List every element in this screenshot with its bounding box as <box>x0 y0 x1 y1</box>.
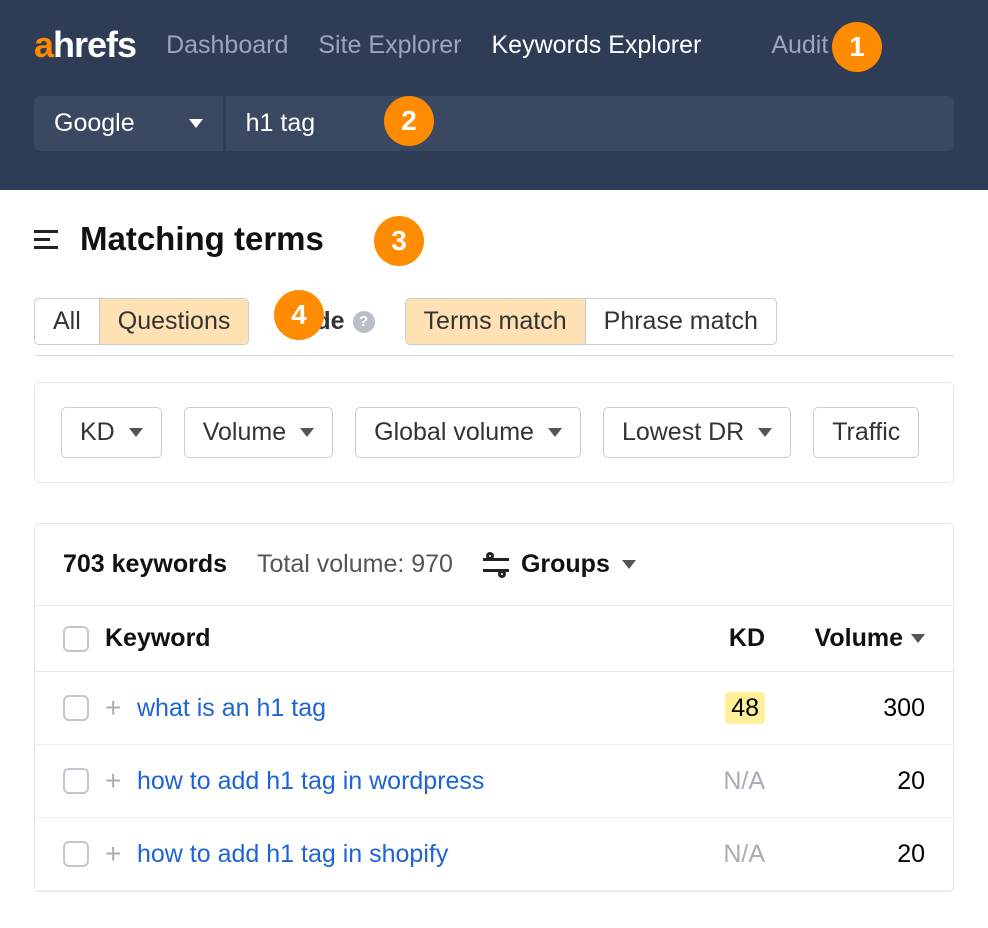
annotation-badge-4: 4 <box>274 290 324 340</box>
tab-terms-match[interactable]: Terms match <box>406 299 586 344</box>
filter-lowest-dr-label: Lowest DR <box>622 418 744 447</box>
chevron-down-icon <box>622 560 636 569</box>
results-count: 703 keywords <box>63 550 227 579</box>
kd-value: N/A <box>723 767 765 795</box>
page-title: Matching terms <box>80 220 324 258</box>
groups-label: Groups <box>521 550 610 579</box>
filter-traffic-label: Traffic <box>832 418 900 447</box>
filters-panel: KD Volume Global volume Lowest DR Traffi… <box>34 382 954 483</box>
sort-desc-icon <box>911 634 925 643</box>
filter-traffic[interactable]: Traffic <box>813 407 919 458</box>
volume-value: 20 <box>765 840 925 869</box>
row-checkbox[interactable] <box>63 695 89 721</box>
results-panel: 703 keywords Total volume: 970 Groups Ke… <box>34 523 954 892</box>
expand-icon[interactable]: + <box>105 838 137 870</box>
sliders-icon <box>483 554 509 576</box>
chevron-down-icon <box>300 428 314 437</box>
nav-keywords-explorer[interactable]: Keywords Explorer <box>492 31 702 60</box>
table-header: Keyword KD Volume <box>35 605 953 672</box>
chevron-down-icon <box>758 428 772 437</box>
keyword-link[interactable]: how to add h1 tag in wordpress <box>137 767 484 795</box>
nav-site-explorer[interactable]: Site Explorer <box>318 31 461 60</box>
match-tab-group: Terms match Phrase match <box>405 298 777 345</box>
results-total-volume: Total volume: 970 <box>257 550 453 579</box>
volume-value: 20 <box>765 767 925 796</box>
filter-global-volume[interactable]: Global volume <box>355 407 581 458</box>
volume-value: 300 <box>765 694 925 723</box>
tab-all[interactable]: All <box>35 299 100 344</box>
annotation-badge-2: 2 <box>384 96 434 146</box>
logo-a: a <box>34 24 53 66</box>
col-keyword[interactable]: Keyword <box>105 624 665 653</box>
keyword-search-input[interactable] <box>226 96 954 151</box>
select-all-checkbox[interactable] <box>63 626 89 652</box>
expand-icon[interactable]: + <box>105 765 137 797</box>
col-volume-label: Volume <box>815 624 903 653</box>
expand-icon[interactable]: + <box>105 692 137 724</box>
search-engine-select[interactable]: Google <box>34 96 223 151</box>
mode-label: de ? <box>315 307 374 336</box>
kd-value: 48 <box>725 692 765 724</box>
row-checkbox[interactable] <box>63 768 89 794</box>
logo-rest: hrefs <box>53 24 136 66</box>
search-engine-label: Google <box>54 109 135 138</box>
table-row: + what is an h1 tag 48 300 <box>35 672 953 745</box>
col-volume[interactable]: Volume <box>765 624 925 653</box>
row-checkbox[interactable] <box>63 841 89 867</box>
type-tab-group: All Questions <box>34 298 249 345</box>
filter-volume-label: Volume <box>203 418 286 447</box>
filter-global-volume-label: Global volume <box>374 418 534 447</box>
chevron-down-icon <box>129 428 143 437</box>
keyword-link[interactable]: what is an h1 tag <box>137 694 326 722</box>
filter-kd[interactable]: KD <box>61 407 162 458</box>
groups-toggle[interactable]: Groups <box>483 550 636 579</box>
chevron-down-icon <box>548 428 562 437</box>
tab-phrase-match[interactable]: Phrase match <box>586 299 776 344</box>
annotation-badge-3: 3 <box>374 216 424 266</box>
filter-kd-label: KD <box>80 418 115 447</box>
menu-icon[interactable] <box>34 230 58 249</box>
keyword-link[interactable]: how to add h1 tag in shopify <box>137 840 448 868</box>
help-icon[interactable]: ? <box>353 311 375 333</box>
ahrefs-logo[interactable]: ahrefs <box>34 24 136 66</box>
kd-value: N/A <box>723 840 765 868</box>
col-kd[interactable]: KD <box>665 624 765 653</box>
annotation-badge-1: 1 <box>832 22 882 72</box>
filter-volume[interactable]: Volume <box>184 407 333 458</box>
filter-lowest-dr[interactable]: Lowest DR <box>603 407 791 458</box>
nav-dashboard[interactable]: Dashboard <box>166 31 288 60</box>
table-row: + how to add h1 tag in shopify N/A 20 <box>35 818 953 891</box>
table-row: + how to add h1 tag in wordpress N/A 20 <box>35 745 953 818</box>
nav-audit[interactable]: Audit <box>771 31 828 60</box>
tab-questions[interactable]: Questions <box>100 299 249 344</box>
chevron-down-icon <box>189 119 203 128</box>
